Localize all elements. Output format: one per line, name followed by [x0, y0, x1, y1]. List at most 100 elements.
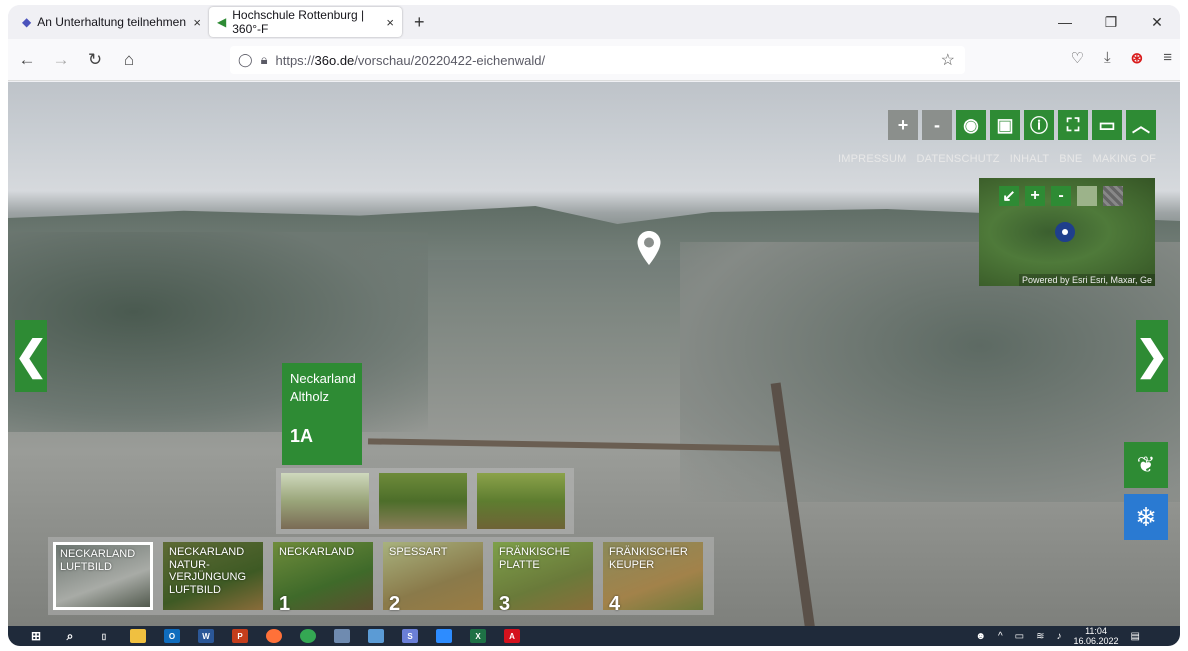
extension-icon[interactable]: ⊛ [1131, 49, 1144, 67]
scene-tile-neckarland-luftbild[interactable]: NECKARLAND LUFTBILD [53, 542, 153, 610]
scene-tile-fraenkischer-keuper[interactable]: FRÄNKISCHER KEUPER 4 [603, 542, 703, 613]
browser-window: ◆ An Unterhaltung teilnehmen × ◀ Hochsch… [8, 5, 1180, 646]
tab-bar: ◆ An Unterhaltung teilnehmen × ◀ Hochsch… [8, 5, 1180, 39]
pocket-icon[interactable]: ♡ [1071, 49, 1084, 67]
card-number: 1A [290, 426, 314, 446]
system-tray: ☻ ^ ▭ ≋ ♪ 11:04 16.06.2022 ▤ [975, 626, 1140, 646]
map-layer-icon[interactable] [1077, 186, 1097, 206]
info-icon[interactable]: ⓘ [1024, 110, 1054, 140]
datenschutz-link[interactable]: DATENSCHUTZ [916, 153, 999, 165]
scene-tile-naturverjuengung[interactable]: NECKARLAND NATUR-VERJÜNGUNG LUFTBILD [163, 542, 263, 610]
search-icon[interactable]: ⌕ [62, 629, 78, 643]
calculator-icon[interactable] [334, 629, 350, 643]
card-title-line1: Neckarland [290, 371, 356, 386]
photo-thumbnail[interactable] [281, 473, 369, 529]
file-explorer-icon[interactable] [130, 629, 146, 643]
scene-info-card[interactable]: Neckarland Altholz 1A [282, 363, 362, 465]
tray-expand-icon[interactable]: ^ [998, 631, 1003, 642]
navigation-bar: ← → ↻ ⌂ ◯ 🔒︎ https://36o.de/vorschau/202… [8, 39, 1180, 81]
inhalt-link[interactable]: INHALT [1010, 153, 1050, 165]
image-icon[interactable]: ▣ [990, 110, 1020, 140]
acrobat-icon[interactable]: A [504, 629, 520, 643]
notification-icon[interactable]: ▤ [1131, 631, 1140, 642]
minimap[interactable]: ↙ + - Powered by Esri Esri, Maxar, Ge [979, 178, 1155, 286]
powerpoint-icon[interactable]: P [232, 629, 248, 643]
toolbar-right: ♡ ⤓ ⊛ ≡ [1071, 49, 1172, 67]
vr-icon[interactable]: ▭ [1092, 110, 1122, 140]
location-pin-icon[interactable] [636, 230, 662, 266]
satellite-layer-icon[interactable] [1103, 186, 1123, 206]
scene-tile-neckarland[interactable]: NECKARLAND 1 [273, 542, 373, 615]
impressum-link[interactable]: IMPRESSUM [838, 153, 906, 165]
tab-hochschule[interactable]: ◀ Hochschule Rottenburg | 360°-F × [209, 7, 402, 37]
bne-link[interactable]: BNE [1059, 153, 1082, 165]
scene-tile-fraenkische-platte[interactable]: FRÄNKISCHE PLATTE 3 [493, 542, 593, 615]
scene-tile-label: NECKARLAND LUFTBILD [60, 548, 136, 573]
minimize-icon[interactable]: — [1042, 14, 1088, 30]
task-view-icon[interactable]: ▯ [96, 629, 112, 643]
firefox-icon[interactable] [266, 629, 282, 643]
next-scene-button[interactable]: ❯ [1135, 320, 1169, 392]
scene-tile-number: 1 [279, 592, 291, 615]
sas-icon[interactable]: S [402, 629, 418, 643]
wifi-icon[interactable]: ≋ [1036, 631, 1044, 642]
scene-tile-spessart[interactable]: SPESSART 2 [383, 542, 483, 615]
home-icon[interactable]: ⌂ [114, 50, 144, 70]
excel-icon[interactable]: X [470, 629, 486, 643]
new-tab-button[interactable]: + [414, 12, 425, 33]
reload-icon[interactable]: ↻ [80, 50, 110, 70]
tab-label: Hochschule Rottenburg | 360°-F [232, 8, 365, 36]
forward-icon[interactable]: → [46, 50, 76, 70]
leaf-season-icon[interactable]: ❦ [1124, 442, 1168, 488]
fullscreen-icon[interactable]: ⛶ [1058, 110, 1088, 140]
close-tab-icon[interactable]: × [193, 15, 201, 30]
windows-start-icon[interactable]: ⊞ [28, 629, 44, 643]
globe-icon[interactable]: ◉ [956, 110, 986, 140]
scene-tile-label: NECKARLAND NATUR-VERJÜNGUNG LUFTBILD [169, 546, 247, 596]
menu-icon[interactable]: ≡ [1163, 49, 1172, 67]
lock-icon: 🔒︎ [260, 52, 268, 67]
clock[interactable]: 11:04 16.06.2022 [1074, 626, 1119, 646]
window-controls: — ❐ ✕ [1042, 5, 1180, 39]
map-zoom-out-button[interactable]: - [1051, 186, 1071, 206]
photo-thumbnail[interactable] [379, 473, 467, 529]
word-icon[interactable]: W [198, 629, 214, 643]
scene-tile-number: 2 [389, 592, 401, 615]
url-bar[interactable]: ◯ 🔒︎ https://36o.de/vorschau/20220422-ei… [230, 46, 965, 74]
photo-thumbnail[interactable] [477, 473, 565, 529]
bookmark-star-icon[interactable]: ☆ [941, 50, 955, 70]
scene-tile-number: 3 [499, 592, 511, 615]
url-text: https://36o.de/vorschau/20220422-eichenw… [275, 52, 546, 68]
tab-conversation[interactable]: ◆ An Unterhaltung teilnehmen × [14, 7, 209, 37]
card-title-line2: Altholz [290, 389, 330, 404]
close-tab-icon[interactable]: × [386, 15, 394, 30]
minimize-map-icon[interactable]: ↙ [999, 186, 1019, 206]
zoom-icon[interactable] [436, 629, 452, 643]
back-icon[interactable]: ← [12, 50, 42, 70]
shield-icon: ◯ [238, 52, 253, 67]
zoom-in-button[interactable]: + [888, 110, 918, 140]
download-icon[interactable]: ⤓ [1104, 49, 1111, 67]
teams-icon: ◆ [22, 15, 32, 29]
close-window-icon[interactable]: ✕ [1134, 14, 1180, 31]
making-of-link[interactable]: MAKING OF [1092, 153, 1156, 165]
scene-navigation: NECKARLAND LUFTBILD NECKARLAND NATUR-VER… [48, 537, 714, 615]
map-zoom-in-button[interactable]: + [1025, 186, 1045, 206]
panorama-viewport[interactable]: + - ◉ ▣ ⓘ ⛶ ▭ ︿ IMPRESSUM DATENSCHUTZ IN… [8, 82, 1180, 626]
snowflake-season-icon[interactable]: ❄ [1124, 494, 1168, 540]
chevron-up-icon[interactable]: ︿ [1126, 110, 1156, 140]
zoom-out-button[interactable]: - [922, 110, 952, 140]
outlook-icon[interactable]: O [164, 629, 180, 643]
notes-icon[interactable] [368, 629, 384, 643]
volume-icon[interactable]: ♪ [1057, 631, 1062, 642]
viewer-toolbar: + - ◉ ▣ ⓘ ⛶ ▭ ︿ [888, 110, 1156, 140]
battery-icon[interactable]: ▭ [1015, 631, 1024, 642]
scene-tile-label: NECKARLAND [279, 546, 355, 558]
chrome-icon[interactable] [300, 629, 316, 643]
people-icon[interactable]: ☻ [975, 631, 986, 642]
previous-scene-button[interactable]: ❮ [14, 320, 48, 392]
restore-icon[interactable]: ❐ [1088, 14, 1134, 31]
clock-time: 11:04 [1085, 626, 1107, 636]
clock-date: 16.06.2022 [1073, 636, 1119, 646]
minimap-tools: ↙ + - [999, 186, 1123, 206]
